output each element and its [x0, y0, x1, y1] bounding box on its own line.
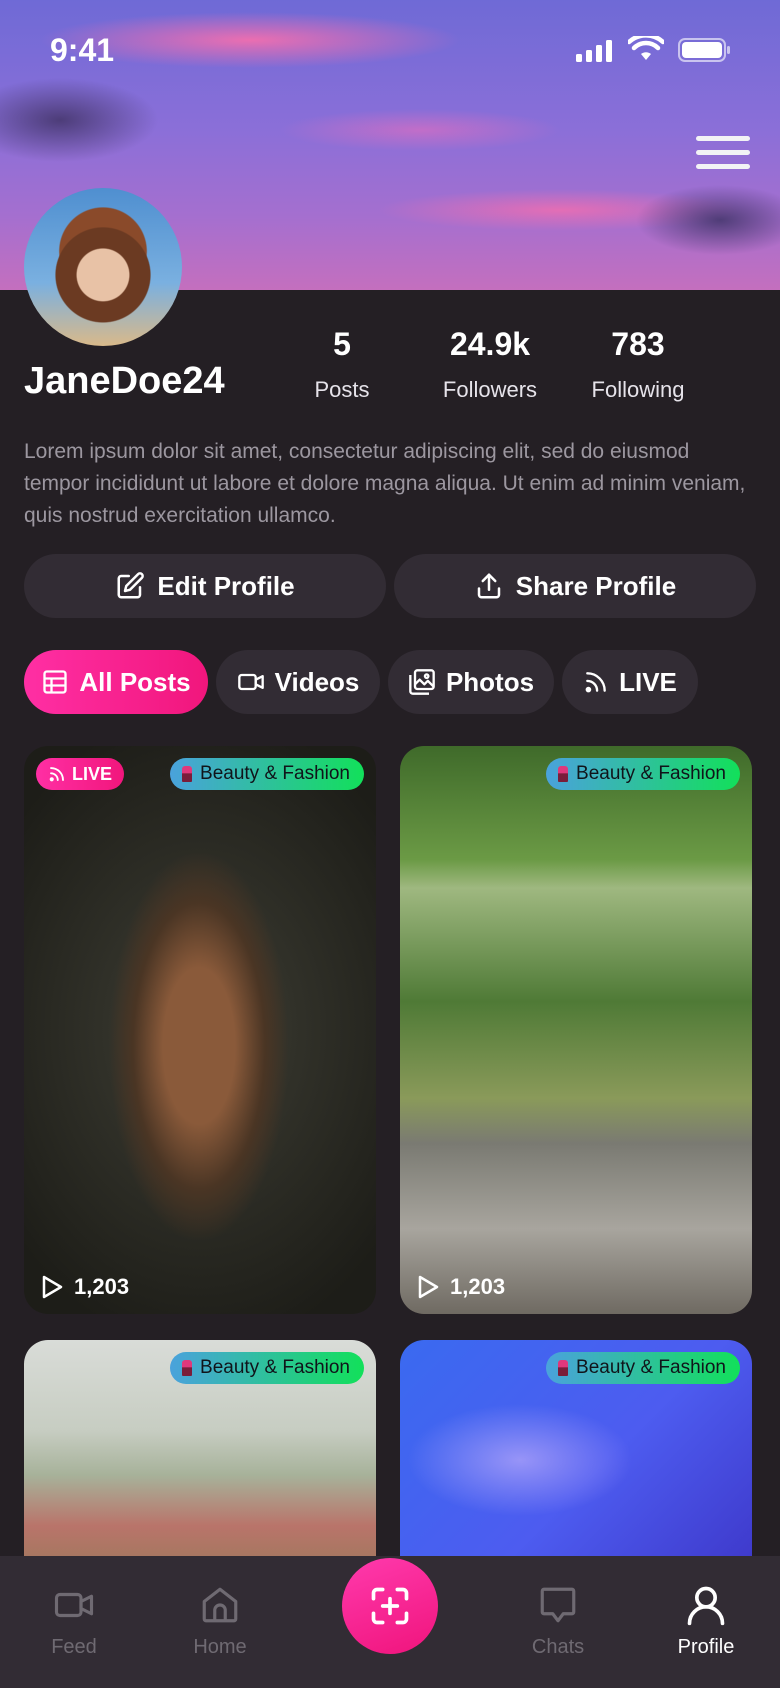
post-card[interactable]: Beauty & Fashion 1,203 [400, 746, 752, 1314]
broadcast-icon [585, 672, 606, 693]
battery-icon [678, 38, 730, 62]
category-badge-label: Beauty & Fashion [576, 1357, 726, 1378]
play-icon [418, 1275, 439, 1299]
status-bar: 9:41 [0, 28, 780, 72]
avatar[interactable] [24, 188, 182, 346]
stat-following[interactable]: 783 Following [578, 326, 698, 403]
view-count: 1,203 [416, 1274, 505, 1300]
tab-videos-label: Videos [274, 666, 360, 697]
category-badge-label: Beauty & Fashion [576, 763, 726, 784]
menu-icon[interactable] [696, 136, 750, 176]
edit-profile-label: Edit Profile [157, 570, 295, 601]
user-icon [687, 1586, 725, 1626]
live-badge: LIVE [36, 758, 125, 790]
live-badge-label: LIVE [72, 763, 113, 784]
lipstick-icon [182, 766, 193, 782]
view-count-value: 1,203 [74, 1274, 130, 1299]
share-profile-label: Share Profile [515, 570, 677, 601]
edit-icon [117, 572, 145, 599]
profile-bio: Lorem ipsum dolor sit amet, consectetur … [24, 440, 746, 527]
stat-posts-label: Posts [314, 377, 370, 402]
stat-posts-value: 5 [333, 326, 351, 362]
tab-all-posts[interactable]: All Posts [24, 650, 208, 714]
cellular-signal-icon [576, 40, 612, 62]
tab-photos[interactable]: Photos [388, 650, 554, 714]
stat-followers-value: 24.9k [449, 326, 531, 362]
nav-chats[interactable]: Chats [498, 1580, 618, 1659]
home-icon [202, 1587, 238, 1623]
stat-following-value: 783 [611, 326, 665, 362]
stat-following-label: Following [591, 377, 685, 402]
lipstick-icon [558, 1360, 569, 1376]
lipstick-icon [182, 1360, 193, 1376]
nav-profile-label: Profile [677, 1636, 735, 1658]
view-count: 1,203 [40, 1274, 129, 1300]
stat-followers-label: Followers [442, 377, 538, 402]
photos-icon [409, 669, 435, 695]
chat-bubble-icon [540, 1587, 576, 1623]
video-camera-icon [237, 673, 264, 691]
play-icon [42, 1275, 63, 1299]
broadcast-icon [49, 767, 64, 782]
tab-photos-label: Photos [445, 666, 535, 697]
view-count-value: 1,203 [450, 1274, 506, 1299]
profile-username: JaneDoe24 [24, 360, 225, 402]
nav-chats-label: Chats [531, 1636, 585, 1658]
tab-all-posts-label: All Posts [79, 666, 191, 697]
tab-videos[interactable]: Videos [216, 650, 380, 714]
stat-posts[interactable]: 5 Posts [302, 326, 382, 403]
nav-home-label: Home [193, 1636, 247, 1658]
tab-live[interactable]: LIVE [562, 650, 698, 714]
nav-home[interactable]: Home [160, 1580, 280, 1659]
edit-profile-button[interactable]: Edit Profile [24, 554, 386, 618]
category-badge: Beauty & Fashion [170, 758, 364, 790]
nav-feed[interactable]: Feed [14, 1580, 134, 1659]
category-badge-label: Beauty & Fashion [200, 763, 350, 784]
wifi-icon [628, 36, 664, 60]
add-post-button[interactable] [342, 1558, 438, 1654]
category-badge-label: Beauty & Fashion [200, 1357, 350, 1378]
category-badge: Beauty & Fashion [546, 1352, 740, 1384]
grid-icon [43, 670, 68, 694]
add-post-icon [371, 1587, 409, 1625]
status-time: 9:41 [50, 32, 115, 68]
tab-live-label: LIVE [619, 666, 677, 697]
nav-feed-label: Feed [51, 1636, 97, 1658]
category-badge: Beauty & Fashion [170, 1352, 364, 1384]
lipstick-icon [558, 766, 569, 782]
share-upload-icon [477, 573, 501, 599]
category-badge: Beauty & Fashion [546, 758, 740, 790]
stat-followers[interactable]: 24.9k Followers [430, 326, 550, 403]
share-profile-button[interactable]: Share Profile [394, 554, 756, 618]
nav-profile[interactable]: Profile [646, 1580, 766, 1659]
video-camera-icon [54, 1592, 94, 1618]
post-card[interactable]: LIVE Beauty & Fashion 1,203 [24, 746, 376, 1314]
